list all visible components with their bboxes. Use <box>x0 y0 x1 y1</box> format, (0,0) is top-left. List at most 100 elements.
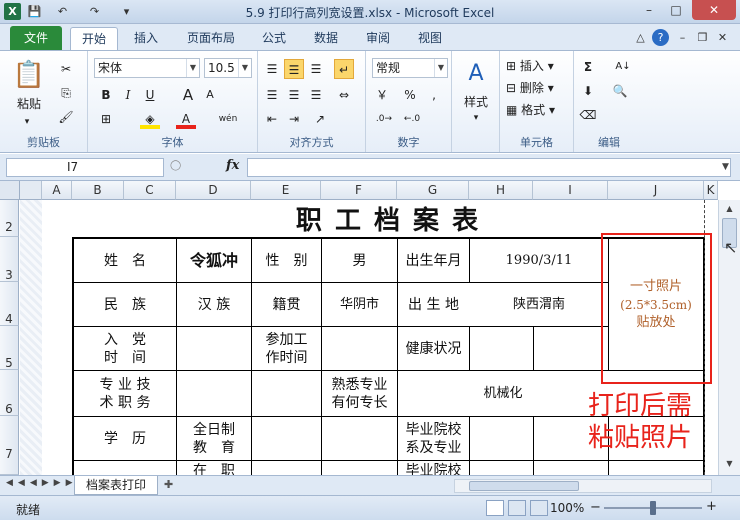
workbook-minimize-icon[interactable]: – <box>674 29 691 46</box>
currency-button[interactable]: ￥ <box>372 85 392 105</box>
worksheet-grid[interactable]: 职 工 档 案 表 姓 名 令狐冲 性 别 男 出生年月 1990/3/11 民… <box>42 200 718 475</box>
paste-button[interactable]: 粘贴 <box>10 95 48 113</box>
number-format-value: 常规 <box>376 61 401 75</box>
border-icon[interactable]: ⊞ <box>96 109 116 129</box>
scroll-up-icon[interactable]: ▲ <box>722 202 737 216</box>
fill-icon[interactable]: ⬇ <box>578 81 598 101</box>
horizontal-scroll-thumb[interactable] <box>469 481 579 491</box>
maximize-button[interactable]: □ <box>663 0 689 20</box>
bold-button[interactable]: B <box>96 85 116 105</box>
clear-icon[interactable]: ⌫ <box>578 105 598 125</box>
page-break-view-icon[interactable] <box>530 500 548 516</box>
column-header-d[interactable]: D <box>176 181 251 200</box>
tab-file[interactable]: 文件 <box>10 26 62 50</box>
align-middle-icon[interactable]: ☰ <box>284 59 304 79</box>
row-header-2[interactable]: 2 <box>0 200 19 237</box>
delete-cells-label: 删除 <box>519 81 544 95</box>
zoom-in-button[interactable]: + <box>706 499 717 514</box>
column-header-f[interactable]: F <box>321 181 397 200</box>
zoom-slider-thumb[interactable] <box>650 501 656 515</box>
decrease-decimal-icon[interactable]: ←.0 <box>402 109 422 129</box>
shrink-font-button[interactable]: A <box>200 85 220 105</box>
ribbon-collapse-icon[interactable]: △ <box>632 29 649 46</box>
autosum-button[interactable]: Σ <box>578 57 598 77</box>
help-icon[interactable]: ? <box>652 29 669 46</box>
column-header-e[interactable]: E <box>251 181 321 200</box>
font-color-button[interactable]: A <box>176 109 196 129</box>
column-header-h[interactable]: H <box>469 181 533 200</box>
paste-icon[interactable]: 📋 <box>12 57 46 93</box>
row-header-4[interactable]: 4 <box>0 282 19 326</box>
tab-data[interactable]: 数据 <box>306 27 346 50</box>
column-header-j[interactable]: J <box>608 181 704 200</box>
cut-icon[interactable]: ✂ <box>56 59 76 79</box>
styles-dropdown-icon[interactable]: ▾ <box>458 109 494 127</box>
row-header-7[interactable]: 7 <box>0 416 19 475</box>
zoom-level[interactable]: 100% <box>550 501 584 515</box>
format-painter-icon[interactable]: 🖌 <box>56 107 76 127</box>
row-header-5[interactable]: 5 <box>0 326 19 370</box>
comma-button[interactable]: , <box>424 85 444 105</box>
align-left-icon[interactable]: ☰ <box>262 85 282 105</box>
row-header-3[interactable]: 3 <box>0 237 19 282</box>
percent-button[interactable]: % <box>400 85 420 105</box>
close-button[interactable]: ✕ <box>692 0 736 20</box>
name-box[interactable]: I7 <box>6 158 164 177</box>
column-header-a[interactable]: A <box>42 181 72 200</box>
align-bottom-icon[interactable]: ☰ <box>306 59 326 79</box>
formula-input[interactable] <box>247 158 731 177</box>
tab-formulas[interactable]: 公式 <box>254 27 294 50</box>
fill-color-icon[interactable]: ◈ <box>140 109 160 129</box>
sheet-navigation-icon[interactable]: ◀◀◀▶▶▶ <box>6 478 78 488</box>
row-header-6[interactable]: 6 <box>0 370 19 416</box>
italic-button[interactable]: I <box>118 85 138 105</box>
number-format-select[interactable]: 常规 ▼ <box>372 58 448 78</box>
insert-function-button[interactable]: fx <box>226 158 239 173</box>
tab-home[interactable]: 开始 <box>70 27 118 50</box>
paste-dropdown-icon[interactable]: ▾ <box>8 113 46 131</box>
tab-review[interactable]: 审阅 <box>358 27 398 50</box>
format-cells-button[interactable]: ▦ 格式 ▾ <box>506 101 570 119</box>
align-top-icon[interactable]: ☰ <box>262 59 282 79</box>
normal-view-icon[interactable] <box>486 500 504 516</box>
decrease-indent-icon[interactable]: ⇤ <box>262 109 282 129</box>
copy-icon[interactable]: ⎘ <box>56 83 76 103</box>
wrap-text-icon[interactable]: ↵ <box>334 59 354 79</box>
orientation-icon[interactable]: ↗ <box>310 109 330 129</box>
workbook-restore-icon[interactable]: ❐ <box>694 29 711 46</box>
column-header-c[interactable]: C <box>124 181 176 200</box>
page-layout-view-icon[interactable] <box>508 500 526 516</box>
workbook-close-icon[interactable]: ✕ <box>714 29 731 46</box>
sheet-tab-active[interactable]: 档案表打印 <box>74 476 158 495</box>
insert-cells-button[interactable]: ⊞ 插入 ▾ <box>506 57 570 75</box>
increase-decimal-icon[interactable]: .0→ <box>374 109 394 129</box>
increase-indent-icon[interactable]: ⇥ <box>284 109 304 129</box>
column-header-g[interactable]: G <box>397 181 469 200</box>
delete-cells-button[interactable]: ⊟ 删除 ▾ <box>506 79 570 97</box>
minimize-button[interactable]: – <box>636 0 662 20</box>
tab-view[interactable]: 视图 <box>410 27 450 50</box>
column-header-b[interactable]: B <box>72 181 124 200</box>
grow-font-button[interactable]: A <box>178 85 198 105</box>
column-header-k[interactable]: K <box>704 181 718 200</box>
sort-filter-button[interactable]: A↓ <box>610 57 636 77</box>
underline-button[interactable]: U <box>140 85 160 105</box>
merge-center-icon[interactable]: ⇔ <box>334 85 354 105</box>
align-right-icon[interactable]: ☰ <box>306 85 326 105</box>
tab-page-layout[interactable]: 页面布局 <box>178 27 244 50</box>
scroll-down-icon[interactable]: ▼ <box>722 457 737 471</box>
font-name-select[interactable]: 宋体 ▼ <box>94 58 200 78</box>
font-size-select[interactable]: 10.5 ▼ <box>204 58 252 78</box>
insert-sheet-icon[interactable]: ✚ <box>164 478 173 491</box>
select-all-button[interactable] <box>0 181 20 200</box>
zoom-out-button[interactable]: − <box>590 500 601 515</box>
horizontal-scrollbar[interactable] <box>454 479 712 493</box>
phonetic-button[interactable]: wén <box>216 109 240 129</box>
tab-insert[interactable]: 插入 <box>124 27 168 50</box>
column-header-hidden[interactable] <box>20 181 42 200</box>
expand-formula-icon[interactable]: ▼ <box>722 162 729 172</box>
align-center-icon[interactable]: ☰ <box>284 85 304 105</box>
styles-icon[interactable]: A <box>462 59 490 89</box>
find-select-icon[interactable]: 🔍 <box>610 81 630 101</box>
column-header-i[interactable]: I <box>533 181 608 200</box>
